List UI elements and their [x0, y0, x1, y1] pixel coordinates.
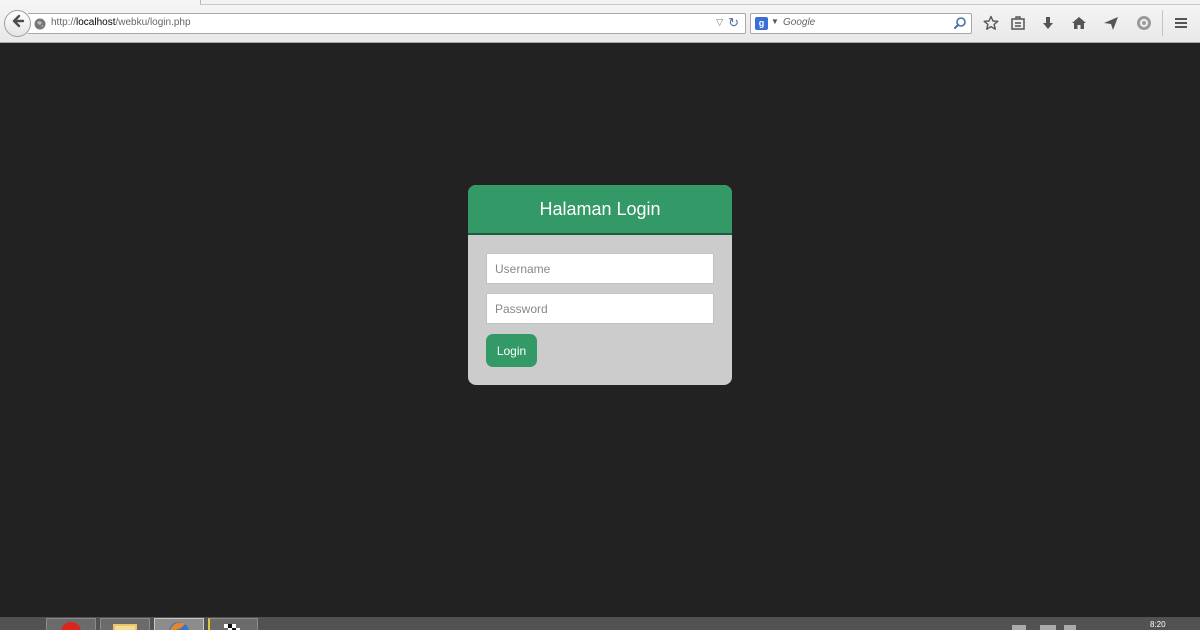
taskbar-app-file-explorer[interactable]	[100, 618, 150, 630]
download-icon[interactable]	[1039, 14, 1057, 32]
start-icon[interactable]	[8, 623, 34, 630]
search-engine-dropdown-icon[interactable]: ▼	[771, 17, 779, 26]
firefox-icon	[155, 619, 203, 630]
login-panel-header: Halaman Login	[468, 185, 732, 235]
toolbar-separator	[1162, 10, 1163, 36]
url-history-dropdown-icon[interactable]: ▽	[716, 17, 723, 28]
back-button[interactable]	[4, 10, 31, 37]
taskbar-clock[interactable]: 8:20	[1150, 620, 1166, 629]
address-bar[interactable]: http://localhost/webku/login.php ▽ ↻	[28, 13, 746, 34]
taskbar-app-firefox[interactable]	[154, 618, 204, 630]
username-field[interactable]	[486, 253, 714, 284]
taskbar: 8:20	[0, 617, 1200, 630]
tray-volume-icon[interactable]	[1064, 625, 1076, 630]
url-text[interactable]: http://localhost/webku/login.php	[51, 17, 191, 28]
tray-flag-icon[interactable]	[1012, 625, 1026, 630]
file-explorer-icon	[101, 619, 149, 630]
search-bar[interactable]: g ▼ Google	[750, 13, 972, 34]
menu-icon[interactable]	[1172, 14, 1190, 32]
opera-icon	[47, 619, 95, 630]
login-button[interactable]: Login	[486, 334, 537, 367]
password-field[interactable]	[486, 293, 714, 324]
reading-list-icon[interactable]	[1009, 14, 1027, 32]
back-arrow-icon	[11, 14, 25, 33]
search-icon[interactable]	[953, 16, 967, 35]
pocket-icon[interactable]	[1135, 14, 1153, 32]
globe-icon	[34, 17, 46, 35]
share-icon[interactable]	[1102, 14, 1120, 32]
page-title: Halaman Login	[539, 198, 661, 219]
taskbar-app-racing-game[interactable]	[208, 618, 258, 630]
reload-icon[interactable]: ↻	[728, 15, 739, 31]
google-icon[interactable]: g	[755, 17, 768, 30]
taskbar-app-opera[interactable]	[46, 618, 96, 630]
tab-strip-edge	[200, 0, 1200, 5]
home-icon[interactable]	[1070, 14, 1088, 32]
browser-toolbar: http://localhost/webku/login.php ▽ ↻ g ▼…	[0, 0, 1200, 43]
login-panel: Halaman Login Login	[468, 185, 732, 385]
racing-flag-icon	[210, 619, 258, 630]
tray-network-icon[interactable]	[1040, 625, 1056, 630]
search-input[interactable]: Google	[783, 17, 815, 28]
bookmark-star-icon[interactable]	[982, 14, 1000, 32]
